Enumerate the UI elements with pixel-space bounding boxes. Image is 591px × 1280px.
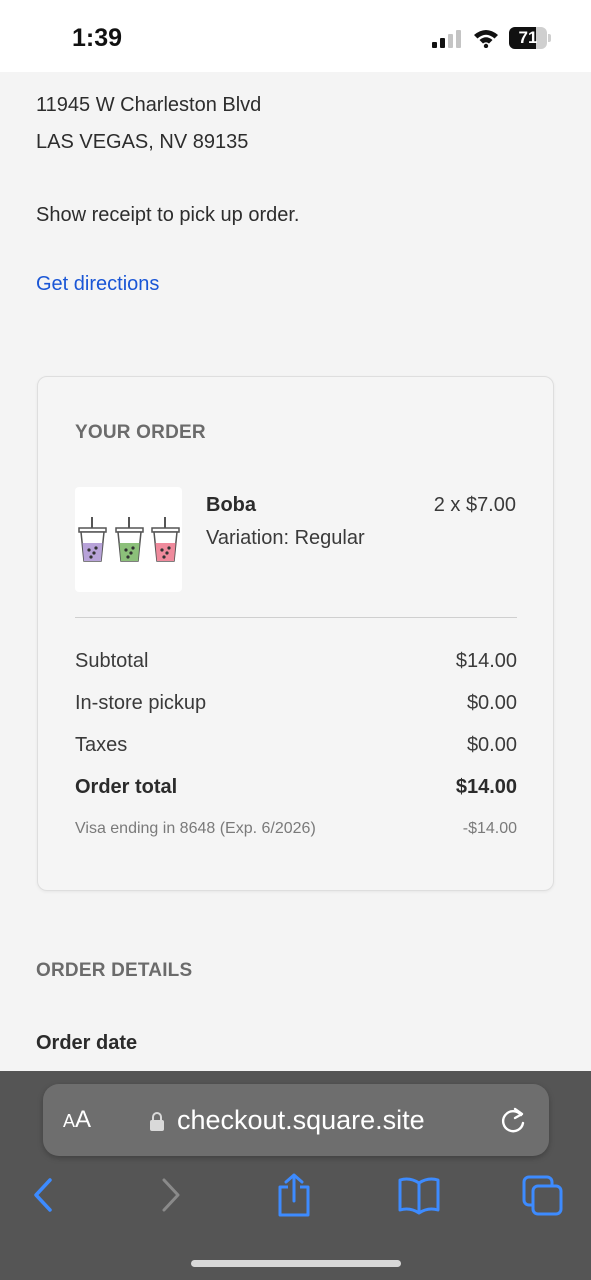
- back-icon[interactable]: [28, 1173, 58, 1217]
- tabs-icon[interactable]: [520, 1173, 566, 1217]
- pickup-fee-value: $0.00: [466, 692, 517, 714]
- divider: [75, 617, 517, 618]
- pickup-address-line1: 11945 W Charleston Blvd: [36, 94, 262, 116]
- get-directions-link[interactable]: Get directions: [36, 273, 159, 296]
- subtotal-row: Subtotal $14.00: [75, 650, 517, 676]
- item-variation: Variation: Regular: [206, 527, 365, 549]
- address-bar[interactable]: AA checkout.square.site: [43, 1084, 549, 1156]
- pickup-note: Show receipt to pick up order.: [36, 204, 300, 226]
- wifi-icon: [474, 30, 498, 48]
- pickup-address-line2: LAS VEGAS, NV 89135: [36, 131, 249, 153]
- order-total-row: Order total $14.00: [75, 776, 517, 802]
- taxes-row: Taxes $0.00: [75, 734, 517, 760]
- taxes-value: $0.00: [466, 734, 517, 756]
- order-date-label: Order date: [36, 1032, 138, 1054]
- order-summary-card: YOUR ORDER Boba Variation: Regular 2 x $…: [37, 376, 554, 891]
- boba-item-image: [75, 487, 182, 592]
- taxes-label: Taxes: [75, 734, 128, 756]
- order-total-label: Order total: [75, 776, 178, 798]
- order-total-value: $14.00: [455, 776, 517, 798]
- payment-amount: -$14.00: [462, 820, 517, 837]
- pickup-fee-label: In-store pickup: [75, 692, 207, 714]
- payment-method-label: Visa ending in 8648 (Exp. 6/2026): [75, 820, 316, 837]
- reload-icon[interactable]: [499, 1106, 527, 1136]
- battery-level: 71: [518, 28, 538, 47]
- status-time: 1:39: [72, 24, 123, 52]
- status-bar: 1:39 71: [0, 0, 591, 72]
- subtotal-label: Subtotal: [75, 650, 149, 672]
- home-indicator: [191, 1260, 401, 1267]
- pickup-fee-row: In-store pickup $0.00: [75, 692, 517, 718]
- boba-cups-image: [78, 517, 180, 562]
- battery-icon: 71: [509, 27, 551, 49]
- your-order-heading: YOUR ORDER: [75, 422, 206, 443]
- text-size-button[interactable]: AA: [63, 1084, 91, 1156]
- subtotal-value: $14.00: [455, 650, 517, 672]
- lock-icon: [150, 1112, 164, 1131]
- item-name: Boba: [206, 494, 256, 516]
- item-quantity-price: 2 x $7.00: [433, 494, 516, 516]
- forward-icon[interactable]: [156, 1173, 186, 1217]
- share-icon[interactable]: [274, 1173, 314, 1217]
- payment-row: Visa ending in 8648 (Exp. 6/2026) -$14.0…: [75, 820, 517, 846]
- url-text[interactable]: checkout.square.site: [177, 1084, 425, 1156]
- bookmarks-icon[interactable]: [396, 1173, 442, 1217]
- signal-icon: [432, 30, 461, 48]
- order-details-heading: ORDER DETAILS: [36, 960, 193, 981]
